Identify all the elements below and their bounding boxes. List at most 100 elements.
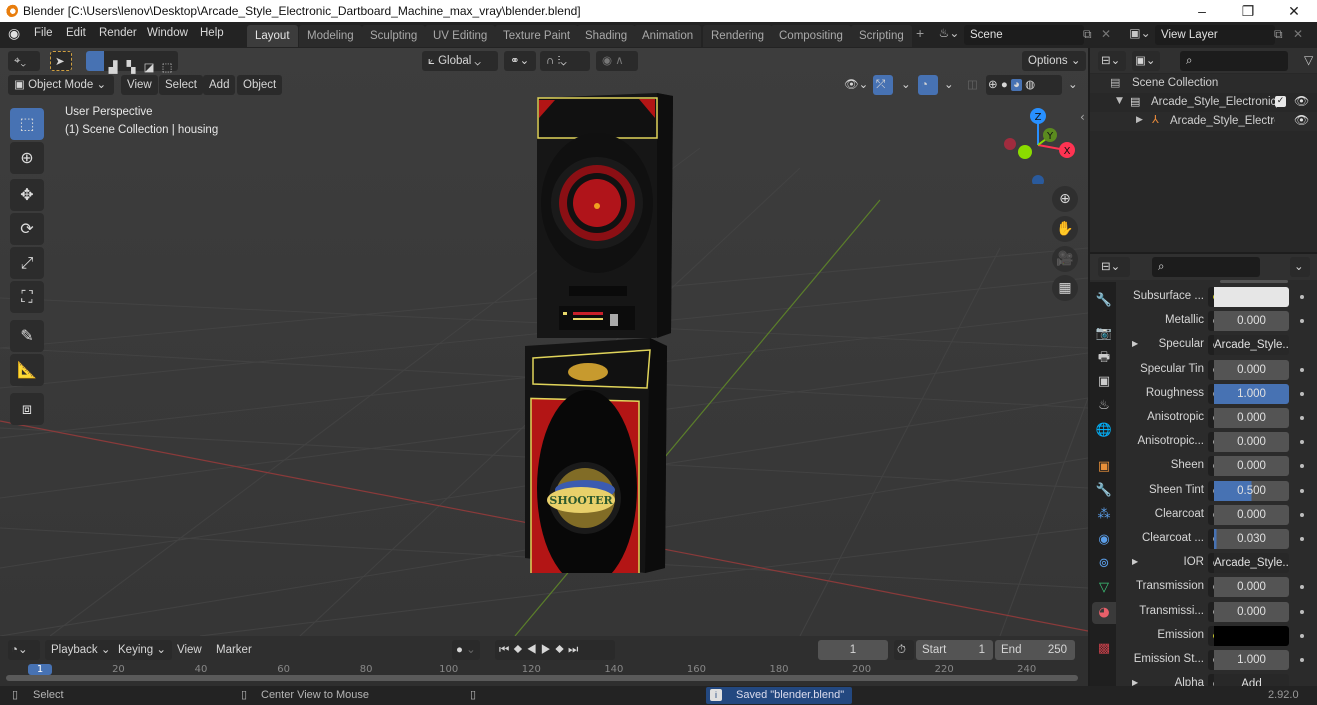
- keyframe-dot-icon[interactable]: [1300, 416, 1304, 420]
- tab-texture-paint[interactable]: Texture Paint: [495, 25, 579, 47]
- tool-scale[interactable]: ⤢: [10, 247, 44, 279]
- end-frame-field[interactable]: End 250: [995, 640, 1075, 660]
- keyframe-dot-icon[interactable]: [1300, 464, 1304, 469]
- outliner-row[interactable]: ▶ ⅄ Arcade_Style_Electro 👁: [1090, 112, 1317, 131]
- properties-editor-type-icon[interactable]: ⊟⌄: [1098, 257, 1130, 277]
- expand-arrow-icon[interactable]: ▶: [1132, 678, 1138, 686]
- menu-object[interactable]: Object: [237, 75, 283, 95]
- expand-arrow-icon[interactable]: ▶: [1132, 339, 1138, 348]
- snap-toggle[interactable]: ∩ ⫶⌄: [540, 51, 590, 71]
- number-slider[interactable]: 0.500: [1214, 480, 1289, 501]
- tab-compositing[interactable]: Compositing: [771, 25, 851, 47]
- menu-keying[interactable]: Keying ⌄: [112, 640, 173, 660]
- close-window-button[interactable]: ✕: [1271, 0, 1317, 22]
- tool-add-cube[interactable]: ⧈: [10, 393, 44, 425]
- constraints-tab-icon[interactable]: ⊚: [1092, 553, 1116, 575]
- minimize-button[interactable]: –: [1179, 0, 1225, 22]
- arcade-cabinet-model[interactable]: SHOOTER: [515, 88, 685, 573]
- exclude-checkbox[interactable]: ✓: [1275, 96, 1286, 107]
- new-scene-icon[interactable]: ⧉: [1083, 27, 1092, 42]
- properties-search-input[interactable]: ⌕: [1152, 257, 1260, 277]
- expand-arrow-icon[interactable]: ▶: [1136, 115, 1143, 125]
- overlays-toggle-icon[interactable]: ◔: [918, 75, 938, 95]
- proportional-edit-toggle[interactable]: ◉ ∧: [596, 51, 638, 71]
- data-tab-icon[interactable]: ▽: [1092, 577, 1116, 599]
- tool-select-box[interactable]: ⬚: [10, 108, 44, 140]
- ortho-toggle-button[interactable]: ▦: [1052, 275, 1078, 301]
- menu-file[interactable]: File: [34, 27, 53, 39]
- camera-view-button[interactable]: 🎥: [1052, 246, 1078, 272]
- tool-measure[interactable]: 📐: [10, 354, 44, 386]
- editor-type-icon[interactable]: ⌖⌄: [8, 51, 40, 71]
- delete-view-layer-icon[interactable]: ✕: [1293, 27, 1303, 41]
- jump-end-icon[interactable]: ⏭: [568, 644, 582, 656]
- visibility-dropdown[interactable]: 👁⌄: [838, 75, 874, 95]
- keyframe-dot-icon[interactable]: [1300, 440, 1304, 445]
- maximize-button[interactable]: ❐: [1225, 0, 1271, 22]
- linked-input-field[interactable]: Arcade_Style...: [1214, 553, 1289, 574]
- tab-sculpting[interactable]: Sculpting: [362, 25, 426, 47]
- pivot-point-dropdown[interactable]: ⚭⌄: [504, 51, 536, 71]
- tool-select-icon[interactable]: ➤: [50, 51, 72, 71]
- outliner-row-scene-collection[interactable]: ▤ Scene Collection: [1090, 74, 1317, 93]
- number-slider[interactable]: 0.000: [1214, 408, 1289, 428]
- keyframe-dot-icon[interactable]: [1300, 658, 1304, 662]
- number-slider[interactable]: 0.000: [1214, 311, 1289, 332]
- number-slider[interactable]: 0.000: [1214, 504, 1289, 525]
- menu-marker[interactable]: Marker: [210, 640, 258, 660]
- color-swatch[interactable]: [1214, 287, 1289, 307]
- physics-tab-icon[interactable]: ◉: [1092, 529, 1116, 551]
- view-layer-field[interactable]: View Layer: [1155, 25, 1275, 45]
- play-reverse-icon[interactable]: ◀: [526, 644, 540, 656]
- rendered-shading-icon[interactable]: ◍: [1025, 79, 1035, 91]
- tab-modeling[interactable]: Modeling: [299, 25, 362, 47]
- menu-timeline-view[interactable]: View: [171, 640, 208, 660]
- solid-shading-icon[interactable]: ●: [1001, 79, 1008, 91]
- play-icon[interactable]: ▶: [541, 644, 555, 656]
- navigation-gizmo[interactable]: Y Z X: [1000, 104, 1080, 184]
- tab-layout[interactable]: Layout: [247, 25, 298, 47]
- menu-playback[interactable]: Playback ⌄: [45, 640, 117, 660]
- keyframe-dot-icon[interactable]: [1300, 367, 1304, 372]
- modifier-tab-icon[interactable]: 🔧: [1092, 480, 1116, 502]
- add-workspace-button[interactable]: +: [916, 25, 924, 41]
- keyframe-dot-icon[interactable]: [1300, 585, 1304, 590]
- timeline-editor-type-icon[interactable]: ◔⌄: [8, 640, 40, 660]
- wireframe-shading-icon[interactable]: ⊕: [988, 79, 998, 91]
- menu-help[interactable]: Help: [200, 27, 224, 39]
- view-layer-tab-icon[interactable]: ▣: [1092, 371, 1116, 393]
- mode-dropdown[interactable]: ▣ Object Mode ⌄: [8, 75, 114, 95]
- 3d-viewport[interactable]: SHOOTER ⌖⌄ ➤ ▟ ▚ ◪ ⬚ ⟀ Global ⌄ ⚭⌄ ∩ ⫶⌄ ◉ ∧…: [0, 48, 1088, 636]
- delete-scene-icon[interactable]: ✕: [1101, 27, 1111, 41]
- linked-input-field[interactable]: Add: [1214, 674, 1289, 686]
- tool-tab-icon[interactable]: 🔧: [1092, 290, 1116, 312]
- number-slider[interactable]: 0.000: [1214, 432, 1289, 453]
- tool-cursor[interactable]: ⊕: [10, 142, 44, 174]
- tool-rotate[interactable]: ⟳: [10, 213, 44, 245]
- output-tab-icon[interactable]: 🖶: [1092, 347, 1116, 369]
- jump-start-icon[interactable]: ⏮: [499, 644, 513, 656]
- keyframe-dot-icon[interactable]: [1300, 488, 1304, 493]
- tab-shading[interactable]: Shading: [577, 25, 636, 47]
- xray-toggle-icon[interactable]: ◫: [961, 75, 984, 95]
- tool-annotate[interactable]: ✎: [10, 320, 44, 352]
- menu-render[interactable]: Render: [99, 27, 137, 39]
- new-view-layer-icon[interactable]: ⧉: [1274, 27, 1283, 42]
- tab-animation[interactable]: Animation: [634, 25, 702, 47]
- outliner-search-input[interactable]: ⌕: [1180, 51, 1288, 71]
- tab-uv-editing[interactable]: UV Editing: [425, 25, 496, 47]
- expand-arrow-icon[interactable]: ▶: [1132, 557, 1138, 566]
- menu-add[interactable]: Add: [203, 75, 236, 95]
- tool-move[interactable]: ✥: [10, 179, 44, 211]
- keyframe-dot-icon[interactable]: [1300, 633, 1304, 638]
- zoom-view-button[interactable]: ⊕: [1052, 186, 1078, 212]
- scene-field[interactable]: Scene: [964, 25, 1084, 45]
- number-slider[interactable]: 1.000: [1214, 383, 1289, 404]
- linked-input-field[interactable]: Arcade_Style...: [1214, 335, 1289, 356]
- select-set-icon[interactable]: [86, 51, 104, 71]
- keyframe-dot-icon[interactable]: [1300, 319, 1304, 324]
- tab-rendering[interactable]: Rendering: [703, 25, 773, 47]
- keyframe-dot-icon[interactable]: [1300, 609, 1304, 614]
- particles-tab-icon[interactable]: ⁂: [1092, 504, 1116, 526]
- tab-scripting[interactable]: Scripting: [851, 25, 912, 47]
